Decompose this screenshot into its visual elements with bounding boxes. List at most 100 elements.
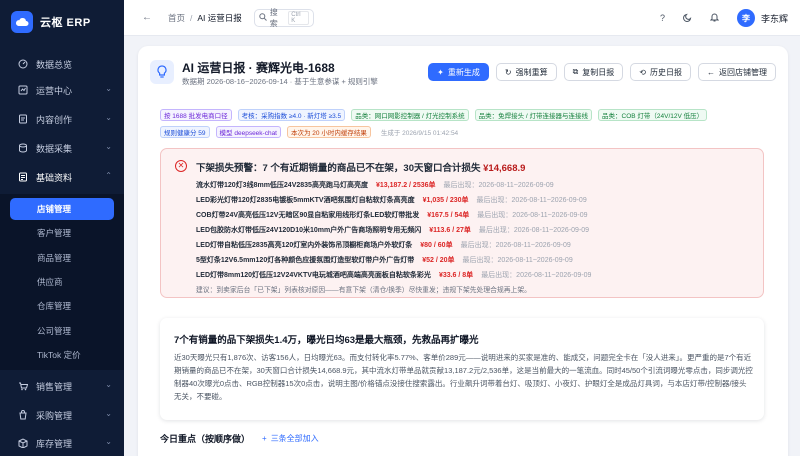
regenerate-button[interactable]: ✦ 重新生成 [428,63,489,81]
alert-product-name: LED包胶防水灯带低压24V120D10米10mm户外广告商场照明专用无频闪 [196,226,422,234]
tag-cache: 本次为 20 小时内缓存结果 [287,125,371,138]
alert-product-name: 5型灯条12V6.5mm120灯各种颜色应援氛围灯造型软灯带户外广告灯带 [196,256,415,264]
nav-collection-label: 数据采集 [36,143,73,154]
chevron-down-icon: ⌄ [105,409,112,418]
alert-row: 5型灯条12V6.5mm120灯各种颜色应援氛围灯造型软灯带户外广告灯带 ¥52… [196,252,756,267]
sub-item-tiktok-pricing[interactable]: TikTok 定价 [10,344,114,366]
alert-total-amount: ¥14,668.9 [483,163,526,174]
sub-item-supplier[interactable]: 供应商 [10,271,114,293]
plus-icon: + [262,434,267,443]
force-recalc-button[interactable]: ↻ 强制重算 [495,63,557,81]
basic-data-icon [18,172,28,182]
sub-item-customer[interactable]: 客户管理 [10,222,114,244]
alert-title: 下架损失预警：7 个有近期销量的商品已不在架，30天窗口合计损失 ¥14,668… [196,160,525,174]
tag-platform: 按 1688 批发电商口径 [160,108,232,121]
cloud-logo-icon [11,11,33,33]
chevron-down-icon: ⌄ [105,113,112,122]
tag-model: 模型 deepseek-chat [215,125,281,138]
history-report-label: 历史日报 [650,67,682,77]
breadcrumb-home[interactable]: 首页 [168,13,185,23]
nav-sales[interactable]: 销售管理 ⌄ [0,375,124,397]
nav-inventory-label: 库存管理 [36,438,73,449]
chevron-down-icon: ⌄ [105,437,112,446]
topbar-actions: ? 李 李东辉 [660,0,788,36]
back-arrow-icon[interactable]: ← [142,12,152,23]
alert-product-name: LED灯带8mm120灯低压12V24VKTV电玩城酒吧高端高亮面板自粘软条彩光 [196,271,431,279]
nav-content[interactable]: 内容创作 ⌄ [0,108,124,130]
chevron-down-icon: ⌄ [105,380,112,389]
sub-item-store[interactable]: 店铺管理 [10,198,114,220]
tag-row-2: 规则健康分 59 模型 deepseek-chat 本次为 20 小时内缓存结果… [160,125,780,138]
brand[interactable]: 云枢 ERP [0,0,124,44]
nav-purchase[interactable]: 采购管理 ⌄ [0,404,124,426]
nav-dashboard-label: 数据总览 [36,59,73,70]
alert-product-loss: ¥33.6 / 8单 [438,271,474,279]
lightbulb-icon [150,60,174,84]
nav-content-label: 内容创作 [36,114,73,125]
insight-title: 7个有销量的品下架损失1.4万，曝光日均63是最大瓶颈，先救品再扩曝光 [174,335,479,346]
alert-row: LED包胶防水灯带低压24V120D10米10mm户外广告商场照明专用无频闪 ¥… [196,222,756,237]
search-icon [259,12,267,23]
alert-product-loss: ¥113.6 / 27单 [429,226,471,234]
alert-last-seen: 最后出现：2026-08-11~2026-09-09 [478,226,590,234]
today-focus: 今日重点（按顺序做） + 三条全部加入 [160,432,319,445]
sub-item-warehouse[interactable]: 仓库管理 [10,295,114,317]
alert-row: LED彩光灯带120灯2835电镀板5mmKTV酒吧氛围灯自粘软灯条高亮度 ¥1… [196,192,756,207]
alert-last-seen: 最后出现：2026-08-11~2026-09-09 [460,241,571,249]
history-report-button[interactable]: ⟲ 历史日报 [630,63,691,81]
topbar: ← 首页 / AI 运营日报 搜索 Ctrl K ? 李 李东辉 [124,0,800,36]
today-focus-title: 今日重点（按顺序做） [160,434,251,444]
insight-body: 近30天曝光只有1,876次、访客156人，日均曝光63。而支付转化率5.77%… [174,353,753,401]
alert-last-seen: 最后出现：2026-08-11~2026-09-09 [443,181,554,189]
chevron-up-icon: ⌃ [105,171,112,180]
report-card: AI 运营日报 · 赛辉光电-1688 数据期 2026-08-16~2026-… [138,46,788,456]
sub-item-product[interactable]: 商品管理 [10,247,114,269]
close-circle-icon: ✕ [175,160,187,172]
delisting-alert: ✕ 下架损失预警：7 个有近期销量的商品已不在架，30天窗口合计损失 ¥14,6… [160,148,764,298]
alert-row: COB灯带24V高亮低压12V无暗区90显自粘家用线形灯条LED软灯带批发 ¥1… [196,207,756,222]
dashboard-icon [18,59,28,69]
alert-last-seen: 最后出现：2026-08-11~2026-09-09 [477,211,588,219]
chevron-down-icon: ⌄ [105,84,112,93]
copy-icon: ⧉ [572,67,579,76]
tag-health-score: 规则健康分 59 [160,125,210,138]
add-all-link[interactable]: + 三条全部加入 [262,433,319,444]
alert-product-loss: ¥1,035 / 230单 [422,196,469,204]
search-input[interactable]: 搜索 Ctrl K [253,8,314,28]
help-icon[interactable]: ? [660,13,665,23]
alert-row: LED灯带8mm120灯低压12V24VKTV电玩城酒吧高端高亮面板自粘软条彩光… [196,267,756,282]
nav-basic-submenu: 店铺管理 客户管理 商品管理 供应商 仓库管理 公司管理 TikTok 定价 [0,194,124,370]
history-icon: ⟲ [639,67,646,77]
sales-icon [18,381,29,391]
alert-suggestion: 建议：到卖家后台「已下架」列表核对原因——有意下架（清仓/换季）尽快重发；违规下… [196,287,531,294]
bell-icon[interactable] [709,12,720,24]
force-recalc-label: 强制重算 [515,67,548,77]
copy-report-button[interactable]: ⧉ 复制日报 [563,63,624,81]
back-to-store-button[interactable]: ← 返回店铺管理 [698,63,776,81]
nav-basic-label: 基础资料 [36,172,73,183]
alert-last-seen: 最后出现：2026-08-11~2026-09-09 [476,196,587,204]
nav-dashboard[interactable]: 数据总览 [0,53,124,75]
tag-category: 品类：网口网影控制器 / 灯光控制系统 [351,108,469,121]
alert-product-loss: ¥13,187.2 / 2536单 [375,181,436,189]
nav-basic[interactable]: 基础资料 ⌃ [0,166,124,188]
collection-icon [18,143,28,153]
nav-inventory[interactable]: 库存管理 ⌄ [0,432,124,454]
sub-item-company[interactable]: 公司管理 [10,320,114,342]
page-subtitle: 数据期 2026-08-16~2026-09-14 · 基于生意参谋 + 规则引… [182,77,378,86]
breadcrumb-separator: / [190,12,193,23]
user-menu[interactable]: 李 李东辉 [736,9,788,27]
back-to-store-label: 返回店铺管理 [719,67,767,77]
refresh-icon: ↻ [504,67,512,77]
sparkle-icon: ✦ [437,67,444,77]
alert-row: LED灯带自粘低压2835高亮120灯室内外装饰吊顶橱柜商场户外软灯条 ¥80 … [196,237,756,252]
tag-row-1: 按 1688 批发电商口径 考核：采购指数 ≥4.0 · 新灯塔 ≥3.5 品类… [160,108,780,121]
nav-collection[interactable]: 数据采集 ⌄ [0,137,124,159]
nav-operations[interactable]: 运营中心 ⌄ [0,79,124,101]
alert-title-text: 下架损失预警：7 个有近期销量的商品已不在架，30天窗口合计损失 [196,163,481,174]
purchase-icon [18,410,28,420]
operations-icon [18,85,28,95]
moon-icon[interactable] [683,13,692,24]
alert-last-seen: 最后出现：2026-08-11~2026-09-09 [462,256,573,264]
avatar: 李 [736,9,755,27]
